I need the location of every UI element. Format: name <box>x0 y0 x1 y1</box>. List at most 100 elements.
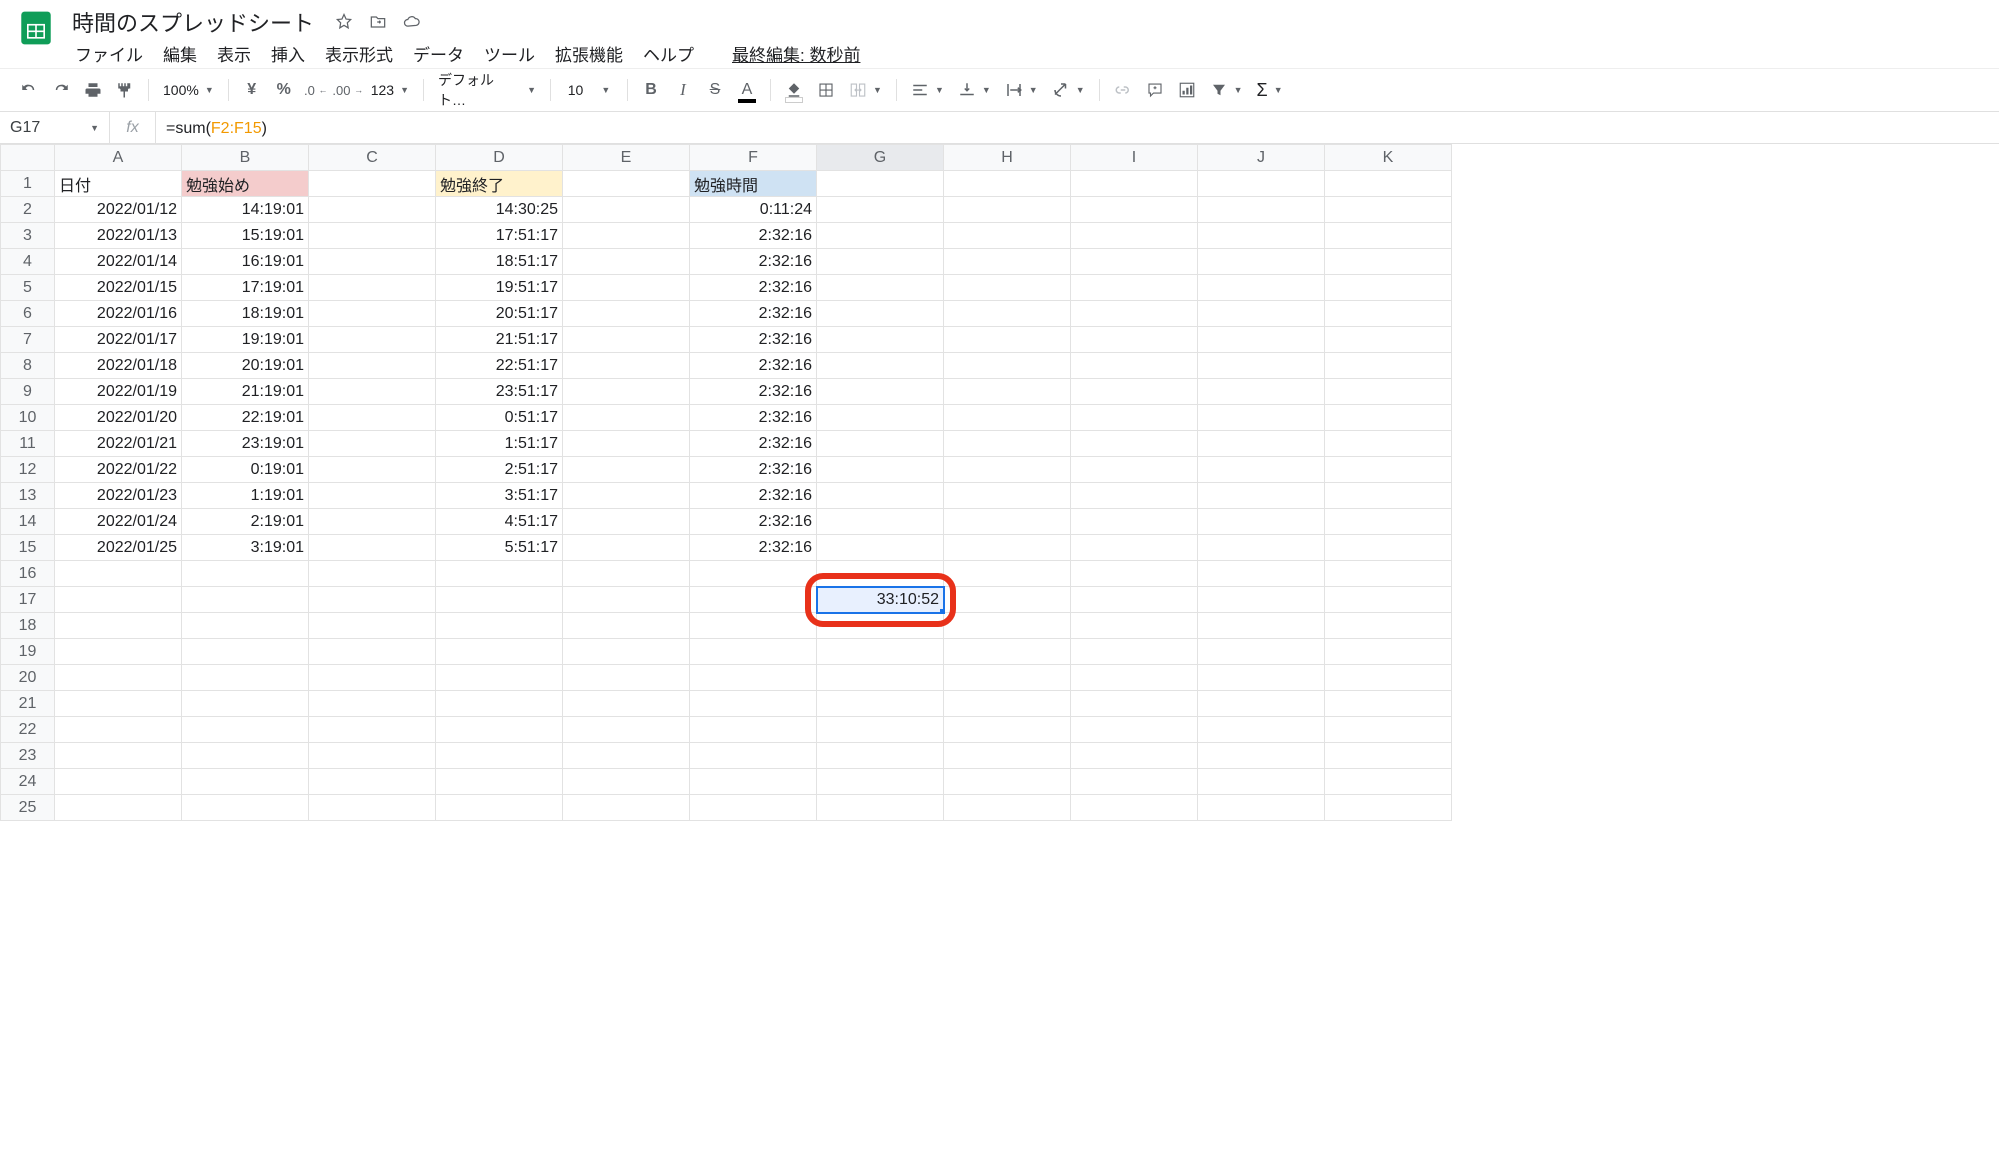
row-header-1[interactable]: 1 <box>1 171 55 197</box>
cell-J21[interactable] <box>1198 691 1325 717</box>
cell-D7[interactable]: 21:51:17 <box>436 327 563 353</box>
cell-I1[interactable] <box>1071 171 1198 197</box>
cell-C16[interactable] <box>309 561 436 587</box>
cell-G3[interactable] <box>817 223 944 249</box>
row-header-25[interactable]: 25 <box>1 795 55 821</box>
cell-B20[interactable] <box>182 665 309 691</box>
cell-K13[interactable] <box>1325 483 1452 509</box>
paint-format-button[interactable] <box>110 75 140 105</box>
cell-B25[interactable] <box>182 795 309 821</box>
cell-F6[interactable]: 2:32:16 <box>690 301 817 327</box>
cell-E16[interactable] <box>563 561 690 587</box>
cell-D17[interactable] <box>436 587 563 613</box>
cell-A24[interactable] <box>55 769 182 795</box>
cell-K22[interactable] <box>1325 717 1452 743</box>
borders-button[interactable] <box>811 75 841 105</box>
italic-button[interactable]: I <box>668 75 698 105</box>
cell-H16[interactable] <box>944 561 1071 587</box>
cell-G24[interactable] <box>817 769 944 795</box>
cell-E8[interactable] <box>563 353 690 379</box>
cell-E17[interactable] <box>563 587 690 613</box>
cell-K10[interactable] <box>1325 405 1452 431</box>
cell-J1[interactable] <box>1198 171 1325 197</box>
cell-A10[interactable]: 2022/01/20 <box>55 405 182 431</box>
cell-C13[interactable] <box>309 483 436 509</box>
cell-G2[interactable] <box>817 197 944 223</box>
cell-G1[interactable] <box>817 171 944 197</box>
cell-E15[interactable] <box>563 535 690 561</box>
cell-C7[interactable] <box>309 327 436 353</box>
cell-G8[interactable] <box>817 353 944 379</box>
cell-B14[interactable]: 2:19:01 <box>182 509 309 535</box>
cell-H13[interactable] <box>944 483 1071 509</box>
cell-D25[interactable] <box>436 795 563 821</box>
cell-E4[interactable] <box>563 249 690 275</box>
cell-G17[interactable]: 33:10:52 <box>817 587 944 613</box>
cell-F7[interactable]: 2:32:16 <box>690 327 817 353</box>
cell-D2[interactable]: 14:30:25 <box>436 197 563 223</box>
cell-D19[interactable] <box>436 639 563 665</box>
cell-E11[interactable] <box>563 431 690 457</box>
cell-J6[interactable] <box>1198 301 1325 327</box>
cell-B23[interactable] <box>182 743 309 769</box>
cell-H18[interactable] <box>944 613 1071 639</box>
menu-format[interactable]: 表示形式 <box>316 37 402 70</box>
merge-cells-button[interactable]: ▼ <box>843 76 888 104</box>
cell-B3[interactable]: 15:19:01 <box>182 223 309 249</box>
row-header-16[interactable]: 16 <box>1 561 55 587</box>
cell-J23[interactable] <box>1198 743 1325 769</box>
cell-F24[interactable] <box>690 769 817 795</box>
cell-F3[interactable]: 2:32:16 <box>690 223 817 249</box>
cell-K7[interactable] <box>1325 327 1452 353</box>
cell-I5[interactable] <box>1071 275 1198 301</box>
row-header-12[interactable]: 12 <box>1 457 55 483</box>
filter-button[interactable]: ▼ <box>1204 76 1249 104</box>
cell-H3[interactable] <box>944 223 1071 249</box>
cell-J16[interactable] <box>1198 561 1325 587</box>
cell-H8[interactable] <box>944 353 1071 379</box>
cell-B7[interactable]: 19:19:01 <box>182 327 309 353</box>
cell-D3[interactable]: 17:51:17 <box>436 223 563 249</box>
cell-D22[interactable] <box>436 717 563 743</box>
cell-A17[interactable] <box>55 587 182 613</box>
cell-A16[interactable] <box>55 561 182 587</box>
cell-F9[interactable]: 2:32:16 <box>690 379 817 405</box>
cell-I10[interactable] <box>1071 405 1198 431</box>
cell-A9[interactable]: 2022/01/19 <box>55 379 182 405</box>
row-header-13[interactable]: 13 <box>1 483 55 509</box>
cell-A11[interactable]: 2022/01/21 <box>55 431 182 457</box>
row-header-23[interactable]: 23 <box>1 743 55 769</box>
row-header-15[interactable]: 15 <box>1 535 55 561</box>
cell-C21[interactable] <box>309 691 436 717</box>
comment-button[interactable] <box>1140 75 1170 105</box>
percent-button[interactable]: % <box>269 75 299 105</box>
cell-F23[interactable] <box>690 743 817 769</box>
cell-H21[interactable] <box>944 691 1071 717</box>
cell-B6[interactable]: 18:19:01 <box>182 301 309 327</box>
row-header-3[interactable]: 3 <box>1 223 55 249</box>
number-format-combo[interactable]: 123▼ <box>365 76 415 104</box>
row-header-18[interactable]: 18 <box>1 613 55 639</box>
cell-K17[interactable] <box>1325 587 1452 613</box>
cell-E18[interactable] <box>563 613 690 639</box>
cell-F4[interactable]: 2:32:16 <box>690 249 817 275</box>
cell-C3[interactable] <box>309 223 436 249</box>
cell-K15[interactable] <box>1325 535 1452 561</box>
cell-J8[interactable] <box>1198 353 1325 379</box>
cell-K24[interactable] <box>1325 769 1452 795</box>
cell-F11[interactable]: 2:32:16 <box>690 431 817 457</box>
cell-F16[interactable] <box>690 561 817 587</box>
cell-F13[interactable]: 2:32:16 <box>690 483 817 509</box>
cell-E14[interactable] <box>563 509 690 535</box>
col-header-I[interactable]: I <box>1071 145 1198 171</box>
strike-button[interactable]: S <box>700 75 730 105</box>
menu-tools[interactable]: ツール <box>475 37 544 70</box>
doc-title[interactable]: 時間のスプレッドシート <box>66 4 320 40</box>
cell-J4[interactable] <box>1198 249 1325 275</box>
cell-E3[interactable] <box>563 223 690 249</box>
cell-G16[interactable] <box>817 561 944 587</box>
cell-F10[interactable]: 2:32:16 <box>690 405 817 431</box>
font-size-combo[interactable]: 10▼ <box>559 76 619 104</box>
cell-H12[interactable] <box>944 457 1071 483</box>
cloud-icon[interactable] <box>402 12 422 32</box>
